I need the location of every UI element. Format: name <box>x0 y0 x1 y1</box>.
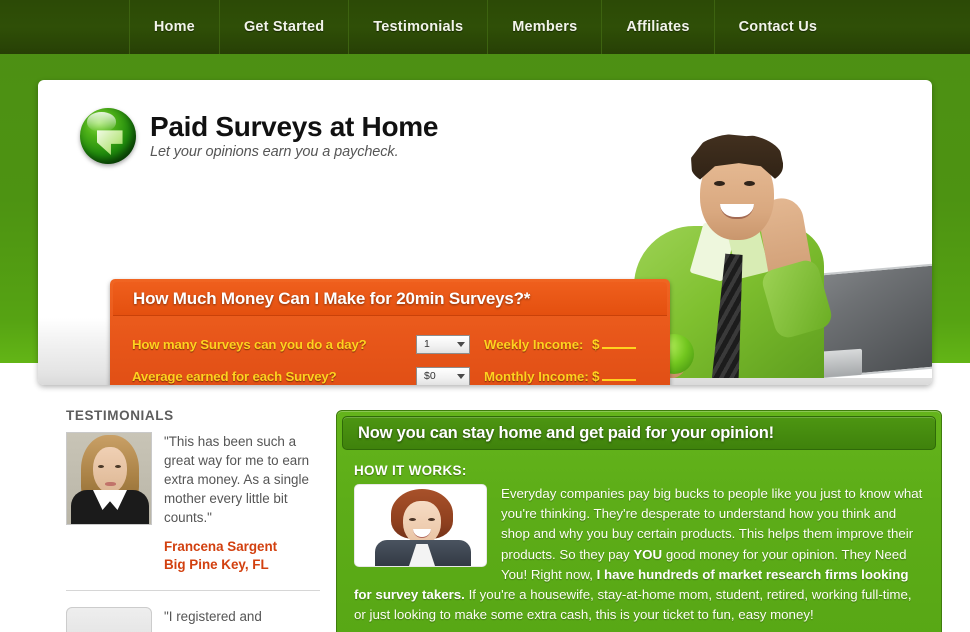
top-navigation-bar: Home Get Started Testimonials Members Af… <box>0 0 970 54</box>
income-calculator: How Much Money Can I Make for 20min Surv… <box>110 279 670 385</box>
hero-card: Paid Surveys at Home Let your opinions e… <box>38 80 932 385</box>
calculator-row: How many Surveys can you do a day? 1 Wee… <box>132 330 670 358</box>
main-panel-header: Now you can stay home and get paid for y… <box>342 416 936 450</box>
average-per-survey-value: $0 <box>424 370 436 382</box>
calculator-header: How Much Money Can I Make for 20min Surv… <box>113 282 667 316</box>
nav-item-testimonials[interactable]: Testimonials <box>349 0 489 54</box>
testimonials-sidebar: TESTIMONIALS "This has been such a great… <box>66 408 320 632</box>
average-per-survey-select[interactable]: $0 <box>416 366 470 385</box>
nav-item-contact-us[interactable]: Contact Us <box>715 0 842 54</box>
weekly-income-value-wrap: $ <box>592 337 636 352</box>
logo-text-block: Paid Surveys at Home Let your opinions e… <box>150 110 439 161</box>
calculator-rows: How many Surveys can you do a day? 1 Wee… <box>110 316 670 385</box>
calculator-row: Average earned for each Survey? $0 Month… <box>132 362 670 385</box>
main-panel-heading: Now you can stay home and get paid for y… <box>358 423 774 442</box>
nav-list: Home Get Started Testimonials Members Af… <box>128 0 842 54</box>
logo-title: Paid Surveys at Home <box>150 110 439 142</box>
surveys-per-day-label: How many Surveys can you do a day? <box>132 336 367 352</box>
calculator-heading: How Much Money Can I Make for 20min Surv… <box>133 288 531 308</box>
how-it-works-photo <box>354 484 487 567</box>
testimonials-heading: TESTIMONIALS <box>66 408 174 423</box>
weekly-income-value: $ <box>592 336 600 352</box>
average-per-survey-label: Average earned for each Survey? <box>132 368 337 384</box>
paragraph-emphasis-you: YOU <box>633 546 663 562</box>
weekly-income-label: Weekly Income: <box>484 336 584 352</box>
surveys-per-day-select[interactable]: 1 <box>416 334 470 354</box>
testimonial-avatar <box>66 432 152 525</box>
monthly-income-value: $ <box>592 368 600 384</box>
main-panel-body: Everyday companies pay big bucks to peop… <box>337 484 941 625</box>
testimonial-author-location: Big Pine Key, FL <box>164 556 269 572</box>
monthly-income-label: Monthly Income: <box>484 368 589 384</box>
testimonial-item: "This has been such a great way for me t… <box>66 432 320 574</box>
how-it-works-label: HOW IT WORKS: <box>354 463 467 478</box>
page-root: Home Get Started Testimonials Members Af… <box>0 0 970 632</box>
chevron-down-icon <box>457 341 465 347</box>
surveys-per-day-value: 1 <box>424 338 430 350</box>
testimonial-author: Francena Sargent Big Pine Key, FL <box>164 538 320 573</box>
chevron-down-icon <box>457 373 465 379</box>
nav-item-home[interactable]: Home <box>128 0 220 54</box>
testimonial-author-name: Francena Sargent <box>164 539 278 555</box>
main-content-panel: Now you can stay home and get paid for y… <box>336 410 942 632</box>
testimonial-avatar <box>66 606 152 632</box>
nav-item-members[interactable]: Members <box>488 0 603 54</box>
testimonial-divider <box>66 589 320 591</box>
globe-arrow-icon <box>80 108 136 164</box>
testimonial-item: "I registered and <box>66 606 320 632</box>
logo-tagline: Let your opinions earn you a paycheck. <box>150 144 399 161</box>
nav-item-get-started[interactable]: Get Started <box>220 0 350 54</box>
monthly-income-value-wrap: $ <box>592 369 636 384</box>
nav-item-affiliates[interactable]: Affiliates <box>602 0 715 54</box>
site-logo[interactable]: Paid Surveys at Home Let your opinions e… <box>80 108 438 164</box>
